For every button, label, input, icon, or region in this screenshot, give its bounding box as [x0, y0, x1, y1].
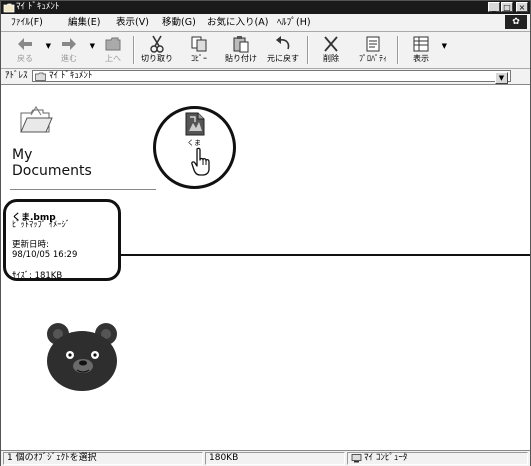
- callout-line: [121, 254, 530, 256]
- undo-icon: [276, 36, 290, 50]
- forward-button[interactable]: 進む ▼: [49, 34, 95, 66]
- properties-icon: [366, 36, 380, 52]
- copy-button[interactable]: ｺﾋﾟｰ: [179, 34, 219, 66]
- paste-button[interactable]: 貼り付け: [221, 34, 261, 66]
- menu-go[interactable]: 移動(G): [162, 14, 196, 31]
- bear-image-preview: [47, 323, 117, 391]
- minimize-button[interactable]: _: [488, 2, 500, 12]
- toolbar: 戻る ▼ 進む ▼ 上へ 切り取り ｺﾋﾟｰ 貼り付け 元に戻す 削除 ﾌﾟﾛﾊ…: [1, 32, 530, 69]
- address-value: ﾏｲ ﾄﾞｷｭﾒﾝﾄ: [49, 71, 93, 81]
- divider: [10, 189, 156, 190]
- computer-icon: [351, 454, 362, 463]
- explorer-window: ﾏｲ ﾄﾞｷｭﾒﾝﾄ _ □ × ﾌｧｲﾙ(F) 編集(E) 表示(V) 移動(…: [0, 0, 531, 466]
- bitmap-file-icon: [185, 112, 205, 136]
- open-folder-icon: [20, 106, 53, 133]
- back-button[interactable]: 戻る ▼: [5, 34, 51, 66]
- menu-help[interactable]: ﾍﾙﾌﾟ(H): [277, 14, 311, 31]
- window-title: ﾏｲ ﾄﾞｷｭﾒﾝﾄ: [16, 2, 60, 12]
- title-bar[interactable]: ﾏｲ ﾄﾞｷｭﾒﾝﾄ _ □ ×: [1, 1, 530, 14]
- menu-view[interactable]: 表示(V): [116, 14, 149, 31]
- undo-button[interactable]: 元に戻す: [263, 34, 303, 66]
- hand-pointer-icon: [191, 147, 210, 176]
- file-item[interactable]: くま: [184, 111, 208, 147]
- status-selection: 1 個のｵﾌﾞｼﾞｪｸﾄを選択: [3, 452, 203, 465]
- status-size: 180KB: [205, 452, 345, 465]
- menu-edit[interactable]: 編集(E): [68, 14, 100, 31]
- paste-icon: [233, 36, 249, 53]
- folder-icon: [35, 72, 46, 81]
- menu-bar: ﾌｧｲﾙ(F) 編集(E) 表示(V) 移動(G) お気に入り(A) ﾍﾙﾌﾟ(…: [1, 14, 530, 32]
- folder-title: My Documents: [12, 147, 92, 179]
- views-dropdown-icon[interactable]: ▼: [442, 42, 447, 50]
- folder-content: My Documents くま.bmp ﾋﾞｯﾄﾏｯﾌﾟ ｲﾒｰｼﾞ 更新日時:…: [1, 85, 530, 447]
- address-dropdown-button[interactable]: ▼: [495, 72, 508, 84]
- callout-highlight: [3, 199, 121, 281]
- windows-logo-icon: ✿: [505, 15, 527, 29]
- close-button[interactable]: ×: [516, 2, 528, 12]
- properties-button[interactable]: ﾌﾟﾛﾊﾟﾃｨ: [353, 34, 393, 66]
- up-button[interactable]: 上へ: [93, 34, 133, 66]
- scissors-icon: [150, 35, 164, 53]
- folder-icon: [3, 3, 15, 13]
- back-arrow-icon: [18, 38, 32, 50]
- toolbar-separator: [133, 36, 135, 64]
- delete-x-icon: [324, 36, 338, 52]
- menu-file[interactable]: ﾌｧｲﾙ(F): [11, 14, 43, 31]
- status-bar: 1 個のｵﾌﾞｼﾞｪｸﾄを選択 180KB ﾏｲ ｺﾝﾋﾟｭｰﾀ: [1, 450, 530, 466]
- toolbar-separator: [397, 36, 399, 64]
- maximize-button[interactable]: □: [501, 2, 513, 12]
- copy-icon: [191, 36, 207, 52]
- views-icon: [413, 36, 429, 52]
- cut-button[interactable]: 切り取り: [137, 34, 177, 66]
- status-location: ﾏｲ ｺﾝﾋﾟｭｰﾀ: [347, 452, 528, 465]
- toolbar-separator: [307, 36, 309, 64]
- menu-favorites[interactable]: お気に入り(A): [207, 14, 268, 31]
- address-field[interactable]: ﾏｲ ﾄﾞｷｭﾒﾝﾄ ▼: [32, 70, 511, 84]
- address-bar: ｱﾄﾞﾚｽ ﾏｲ ﾄﾞｷｭﾒﾝﾄ ▼: [1, 69, 530, 85]
- delete-button[interactable]: 削除: [311, 34, 351, 66]
- up-folder-icon: [105, 37, 121, 51]
- address-label: ｱﾄﾞﾚｽ: [5, 71, 28, 81]
- forward-arrow-icon: [62, 38, 76, 50]
- views-button[interactable]: 表示 ▼: [401, 34, 447, 66]
